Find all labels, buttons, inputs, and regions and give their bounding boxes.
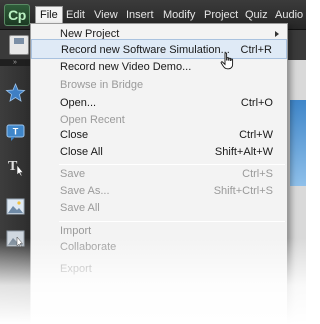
menu-item-close-all[interactable]: Close All Shift+Alt+W <box>31 142 287 162</box>
image-icon[interactable] <box>5 228 26 249</box>
menu-item-label: Save All <box>60 202 100 214</box>
menu-audio[interactable]: Audio <box>271 7 306 24</box>
menu-modify[interactable]: Modify <box>159 7 199 24</box>
menu-edit[interactable]: Edit <box>62 7 89 24</box>
menu-quiz[interactable]: Quiz <box>241 7 272 24</box>
text-caption-icon[interactable]: T <box>5 122 26 143</box>
slide-thumbnail <box>290 100 306 186</box>
hand-cursor-icon <box>220 52 236 70</box>
menu-item-label: Collaborate <box>60 241 117 253</box>
menu-item-record-video-demo[interactable]: Record new Video Demo... <box>31 57 287 77</box>
text-cursor-icon[interactable]: T <box>5 156 26 177</box>
menu-item-label: Export <box>60 263 92 275</box>
image-icon[interactable] <box>5 196 26 217</box>
menu-item-record-software-simulation[interactable]: Record new Software Simulation... Ctrl+R <box>31 39 287 59</box>
menu-item-label: Browse in Bridge <box>60 79 144 91</box>
svg-text:T: T <box>13 127 19 137</box>
svg-text:T: T <box>8 159 18 174</box>
menu-item-save-all: Save All <box>31 198 287 218</box>
submenu-arrow-icon <box>275 31 279 37</box>
panel-collapse-grip[interactable]: » <box>0 59 30 66</box>
star-icon[interactable] <box>5 82 26 103</box>
file-menu-dropdown: New Project Record new Software Simulati… <box>30 23 288 324</box>
menu-project[interactable]: Project <box>200 7 242 24</box>
menu-item-shortcut: Shift+Alt+W <box>214 146 273 158</box>
menu-item-label: Close All <box>60 146 103 158</box>
app-logo: Cp <box>4 4 30 26</box>
app-window: Cp File Edit View Insert Modify Project … <box>0 0 306 324</box>
menu-view[interactable]: View <box>90 7 122 24</box>
menu-item-browse-in-bridge: Browse in Bridge <box>31 75 287 95</box>
save-icon[interactable] <box>9 35 29 55</box>
menu-item-export: Export <box>31 259 287 279</box>
menu-insert[interactable]: Insert <box>122 7 158 24</box>
menu-item-collaborate: Collaborate <box>31 237 287 257</box>
menu-item-label: Record new Video Demo... <box>60 61 192 73</box>
